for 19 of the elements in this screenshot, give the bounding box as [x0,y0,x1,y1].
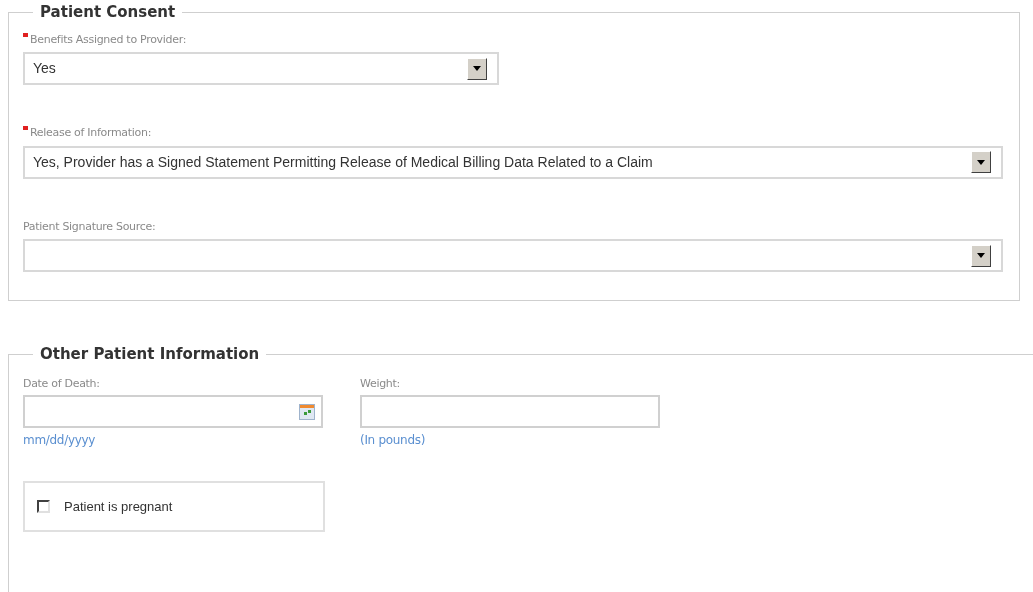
dropdown-value: Yes, Provider has a Signed Statement Permitting Release of Medical Billing Data Related to a Claim [33,152,653,172]
dropdown-field[interactable]: Yes, Provider has a Signed Statement Permitting Release of Medical Billing Data Related to a Claim [23,145,1003,179]
field-label: Date of Death: [23,375,100,392]
field-hint: mm/dd/yyyy [23,432,97,449]
dropdown-field[interactable] [23,239,1003,272]
field-label: Weight: [360,375,400,392]
section-title: Patient Consent [39,2,177,23]
text-field[interactable] [360,395,660,428]
field-label: Release of Information: [30,125,152,141]
section-title: Other Patient Information [39,344,261,365]
field-label: Benefits Assigned to Provider: [30,31,187,48]
calendar-icon[interactable] [299,403,315,420]
dropdown-value: Yes [33,59,56,78]
field-label: Patient Signature Source: [23,218,156,235]
field-hint: (In pounds) [360,432,427,449]
dropdown-field[interactable]: Yes [23,52,499,85]
date-field[interactable] [23,395,323,428]
checkbox-label: Patient is pregnant [64,497,173,516]
checkbox[interactable] [37,500,50,513]
